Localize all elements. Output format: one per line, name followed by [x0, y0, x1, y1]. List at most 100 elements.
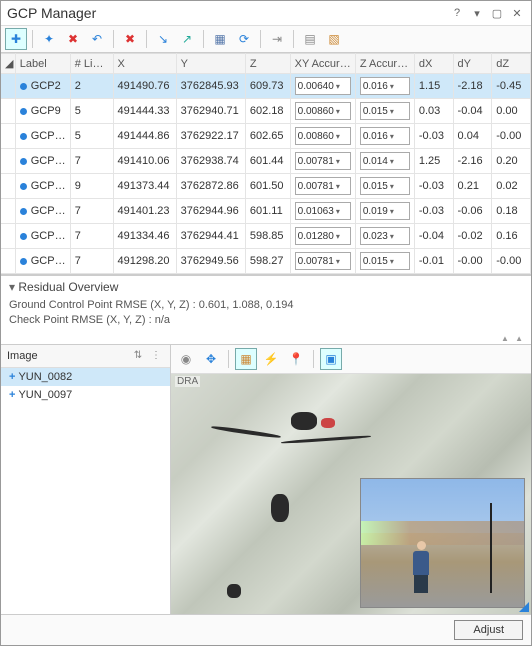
column-header[interactable]: dY: [453, 54, 492, 74]
flash-icon[interactable]: ⚡: [260, 348, 282, 370]
row-handle[interactable]: [1, 249, 15, 274]
globe-icon[interactable]: ◉: [175, 348, 197, 370]
residual-header[interactable]: Residual Overview: [9, 280, 523, 294]
viewer-canvas[interactable]: DRA: [171, 374, 531, 614]
accuracy-cell[interactable]: 0.016▾: [360, 77, 410, 95]
accuracy-cell[interactable]: 0.01063▾: [295, 202, 351, 220]
row-handle[interactable]: [1, 199, 15, 224]
accuracy-cell[interactable]: 0.014▾: [360, 152, 410, 170]
expand-icon[interactable]: +: [9, 371, 15, 383]
image-list-item[interactable]: +YUN_0097: [1, 386, 170, 404]
table-row[interactable]: GCP105491444.863762922.17602.650.00860▾0…: [1, 124, 531, 149]
delete-button[interactable]: ✖: [119, 28, 141, 50]
refresh-button[interactable]: ⟳: [233, 28, 255, 50]
feature-mark: [271, 494, 289, 522]
accuracy-cell[interactable]: 0.00860▾: [295, 127, 351, 145]
accuracy-cell[interactable]: 0.00640▾: [295, 77, 351, 95]
add-tiepoint-button[interactable]: ✦: [38, 28, 60, 50]
delete-tiepoint-button[interactable]: ✖: [62, 28, 84, 50]
inset-photo: [360, 478, 525, 608]
y-cell: 3762944.41: [176, 224, 245, 249]
feature-mark: [227, 584, 241, 598]
dx-cell: -0.01: [414, 249, 453, 274]
pin-icon[interactable]: 📍: [285, 348, 307, 370]
accuracy-cell[interactable]: 0.015▾: [360, 177, 410, 195]
pan-icon[interactable]: ✥: [200, 348, 222, 370]
x-cell: 491410.06: [113, 149, 176, 174]
column-header[interactable]: Label: [15, 54, 70, 74]
y-cell: 3762872.86: [176, 174, 245, 199]
dy-cell: -0.00: [453, 249, 492, 274]
table-row[interactable]: GCP287491401.233762944.96601.110.01063▾0…: [1, 199, 531, 224]
accuracy-cell[interactable]: 0.019▾: [360, 202, 410, 220]
image-list-item[interactable]: +YUN_0082: [1, 368, 170, 386]
table-row[interactable]: GCP297491334.463762944.41598.850.01280▾0…: [1, 224, 531, 249]
accuracy-cell[interactable]: 0.016▾: [360, 127, 410, 145]
sort-icon[interactable]: ⇅: [130, 348, 146, 364]
close-icon[interactable]: ✕: [509, 5, 525, 21]
links-cell: 7: [70, 249, 113, 274]
expand-icon[interactable]: +: [9, 389, 15, 401]
adjust-button[interactable]: Adjust: [454, 620, 523, 640]
list-mode-icon[interactable]: ⋮: [148, 348, 164, 364]
column-header[interactable]: Y: [176, 54, 245, 74]
accuracy-cell[interactable]: 0.00860▾: [295, 102, 351, 120]
measure-button[interactable]: ⇥: [266, 28, 288, 50]
separator: [32, 30, 33, 48]
row-handle[interactable]: [1, 124, 15, 149]
undo-button[interactable]: ↶: [86, 28, 108, 50]
z-cell: 602.18: [245, 99, 290, 124]
grid-icon[interactable]: ▦: [235, 348, 257, 370]
accuracy-cell[interactable]: 0.01280▾: [295, 227, 351, 245]
column-header[interactable]: XY Accuracy: [290, 54, 355, 74]
accuracy-cell[interactable]: 0.00781▾: [295, 152, 351, 170]
gcp-table[interactable]: ◢Label# LinksXYZXY AccuracyZ AccuracydXd…: [1, 53, 531, 275]
z-cell: 601.50: [245, 174, 290, 199]
accuracy-cell[interactable]: 0.00781▾: [295, 177, 351, 195]
column-header[interactable]: X: [113, 54, 176, 74]
row-handle[interactable]: [1, 99, 15, 124]
column-header[interactable]: dX: [414, 54, 453, 74]
help-icon[interactable]: ?: [449, 5, 465, 21]
column-header[interactable]: Z: [245, 54, 290, 74]
x-cell: 491401.23: [113, 199, 176, 224]
resize-handle[interactable]: ▲ ▲: [1, 333, 531, 344]
column-header[interactable]: Z Accuracy: [355, 54, 414, 74]
column-header[interactable]: dZ: [492, 54, 531, 74]
table-row[interactable]: GCP95491444.333762940.71602.180.00860▾0.…: [1, 99, 531, 124]
corner-handle-icon[interactable]: [519, 602, 529, 612]
row-handle[interactable]: [1, 224, 15, 249]
y-cell: 3762940.71: [176, 99, 245, 124]
image-mode-icon[interactable]: ▣: [320, 348, 342, 370]
dx-cell: 1.15: [414, 74, 453, 99]
x-cell: 491490.76: [113, 74, 176, 99]
image-viewer: ◉ ✥ ▦ ⚡ 📍 ▣ DRA: [171, 345, 531, 614]
accuracy-cell[interactable]: 0.023▾: [360, 227, 410, 245]
table-row[interactable]: GCP269491373.443762872.86601.500.00781▾0…: [1, 174, 531, 199]
column-header[interactable]: ◢: [1, 54, 15, 74]
dropdown-icon[interactable]: ▾: [469, 5, 485, 21]
filter-button[interactable]: ▦: [209, 28, 231, 50]
table-row[interactable]: GCP22491490.763762845.93609.730.00640▾0.…: [1, 74, 531, 99]
row-handle[interactable]: [1, 174, 15, 199]
import-button[interactable]: ↘: [152, 28, 174, 50]
add-gcp-button[interactable]: ✚: [5, 28, 27, 50]
feature-mark: [211, 425, 281, 439]
maximize-icon[interactable]: ▢: [489, 5, 505, 21]
table-row[interactable]: GCP307491298.203762949.56598.270.00781▾0…: [1, 249, 531, 274]
dz-cell: 0.02: [492, 174, 531, 199]
export-button[interactable]: ↗: [176, 28, 198, 50]
row-handle[interactable]: [1, 74, 15, 99]
report-button[interactable]: ▤: [299, 28, 321, 50]
accuracy-cell[interactable]: 0.015▾: [360, 102, 410, 120]
residual-rmse-check: Check Point RMSE (X, Y, Z) : n/a: [9, 313, 523, 328]
column-header[interactable]: # Links: [70, 54, 113, 74]
table-row[interactable]: GCP117491410.063762938.74601.440.00781▾0…: [1, 149, 531, 174]
accuracy-cell[interactable]: 0.015▾: [360, 252, 410, 270]
chart-button[interactable]: ▧: [323, 28, 345, 50]
dz-cell: 0.00: [492, 99, 531, 124]
accuracy-cell[interactable]: 0.00781▾: [295, 252, 351, 270]
dz-cell: -0.00: [492, 249, 531, 274]
lower-pane: Image ⇅ ⋮ +YUN_0082+YUN_0097 ◉ ✥ ▦ ⚡ 📍 ▣…: [1, 344, 531, 614]
row-handle[interactable]: [1, 149, 15, 174]
